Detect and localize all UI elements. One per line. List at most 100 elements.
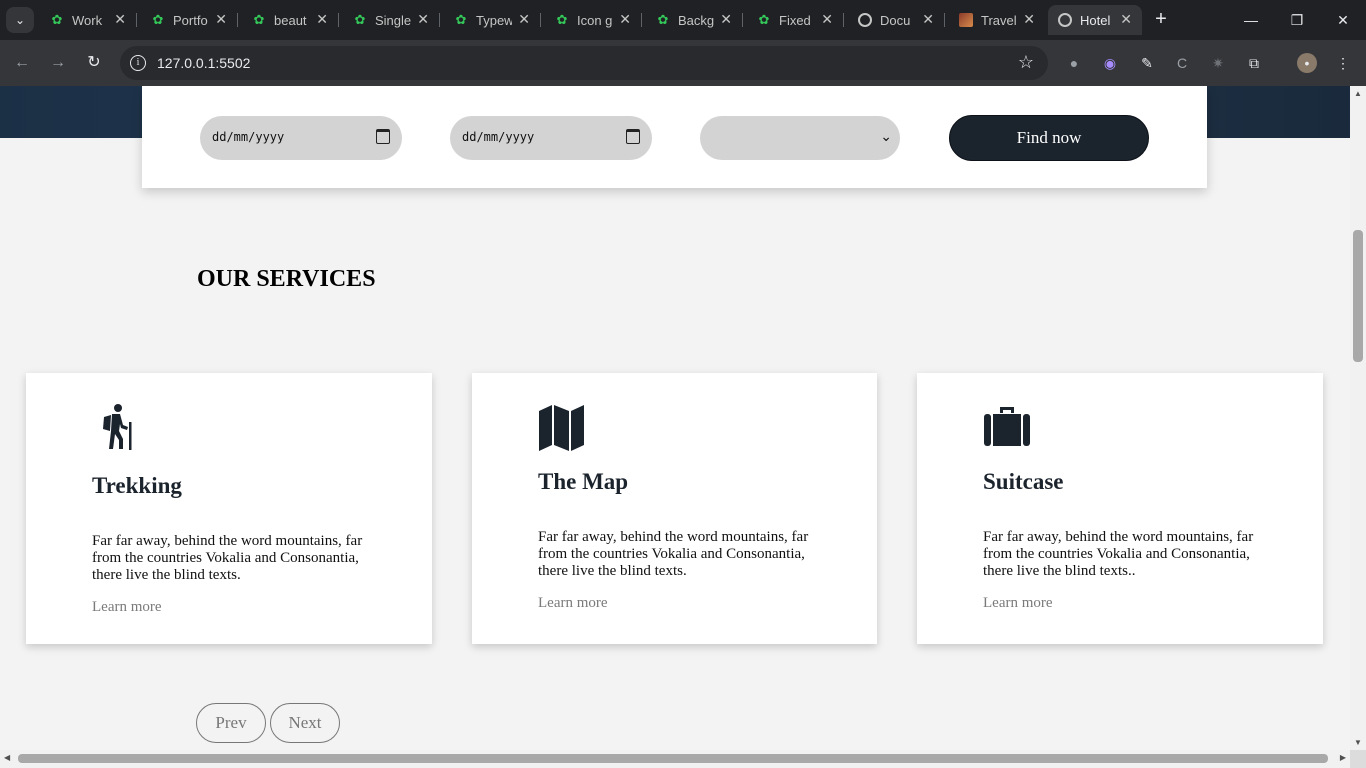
tab-travel[interactable]: Travel ✕	[949, 5, 1045, 35]
close-icon[interactable]: ✕	[720, 11, 732, 28]
tab-fixed[interactable]: ✿ Fixed ✕	[747, 5, 844, 35]
tab-title: Typew	[476, 12, 512, 28]
tab-title: Hotel	[1080, 12, 1111, 28]
vertical-scrollbar[interactable]: ▲ ▼	[1350, 86, 1366, 750]
reload-button[interactable]: ↻	[83, 52, 105, 74]
tab-typewriter[interactable]: ✿ Typew ✕	[444, 5, 541, 35]
scroll-down-icon[interactable]: ▼	[1350, 738, 1366, 747]
suitcase-icon	[984, 407, 1030, 446]
service-card-map: The Map Far far away, behind the word mo…	[472, 373, 877, 644]
calendar-icon[interactable]	[376, 129, 390, 144]
learn-more-link[interactable]: Learn more	[983, 595, 1053, 612]
extension-icon[interactable]: ●	[1064, 53, 1084, 73]
browser-toolbar: ← → ↻ i 127.0.0.1:5502 ☆ ● ◉ ✎ C ✷ ⧉ • ⋮	[0, 40, 1366, 86]
tab-title: Work	[72, 12, 103, 28]
close-icon[interactable]: ✕	[215, 11, 227, 28]
profile-avatar[interactable]: •	[1297, 53, 1317, 73]
extension-icon[interactable]: ✷	[1208, 53, 1228, 73]
url-text[interactable]: 127.0.0.1:5502	[157, 55, 250, 71]
new-tab-button[interactable]: +	[1150, 8, 1172, 30]
tab-title: Travel	[981, 12, 1017, 28]
tab-title: Backg	[678, 12, 714, 28]
clover-icon: ✿	[51, 12, 63, 27]
close-icon[interactable]: ✕	[518, 11, 530, 28]
close-window-button[interactable]: ✕	[1331, 8, 1355, 32]
learn-more-link[interactable]: Learn more	[92, 599, 162, 616]
check-in-placeholder: dd/mm/yyyy	[212, 130, 285, 144]
check-in-date-input[interactable]: dd/mm/yyyy	[200, 116, 402, 160]
site-info-icon[interactable]: i	[130, 55, 146, 71]
close-icon[interactable]: ✕	[922, 11, 934, 28]
tab-title: Fixed	[779, 12, 811, 28]
page-viewport: dd/mm/yyyy dd/mm/yyyy ⌄ Find now OUR SER…	[0, 86, 1350, 750]
close-icon[interactable]: ✕	[417, 11, 429, 28]
tab-separator	[540, 13, 541, 27]
check-out-date-input[interactable]: dd/mm/yyyy	[450, 116, 652, 160]
clover-icon: ✿	[657, 12, 669, 27]
prev-button[interactable]: Prev	[196, 703, 266, 743]
section-title: OUR SERVICES	[197, 266, 376, 292]
check-out-placeholder: dd/mm/yyyy	[462, 130, 535, 144]
tab-icon[interactable]: ✿ Icon g ✕	[545, 5, 642, 35]
tab-title: Single	[375, 12, 411, 28]
tab-separator	[742, 13, 743, 27]
tab-document[interactable]: Docu ✕	[848, 5, 945, 35]
service-card-trekking: Trekking Far far away, behind the word m…	[26, 373, 432, 644]
clover-icon: ✿	[455, 12, 467, 27]
menu-kebab-icon[interactable]: ⋮	[1333, 53, 1353, 73]
extensions-puzzle-icon[interactable]: ⧉	[1244, 53, 1264, 73]
extension-icon[interactable]: C	[1172, 53, 1192, 73]
tab-single[interactable]: ✿ Single ✕	[343, 5, 440, 35]
tab-strip: ⌄ ✿ Work ✕ ✿ Portfo ✕ ✿ beaut ✕ ✿ Single…	[0, 0, 1366, 40]
globe-icon	[858, 13, 872, 27]
chevron-down-icon: ⌄	[880, 128, 892, 144]
clover-icon: ✿	[758, 12, 770, 27]
tab-separator	[944, 13, 945, 27]
tab-title: Portfo	[173, 12, 208, 28]
scroll-up-icon[interactable]: ▲	[1350, 89, 1366, 98]
image-icon	[959, 13, 973, 27]
scroll-left-icon[interactable]: ◀	[4, 753, 10, 762]
tab-separator	[843, 13, 844, 27]
guests-select[interactable]: ⌄	[700, 116, 900, 160]
close-icon[interactable]: ✕	[821, 11, 833, 28]
tab-portfolio[interactable]: ✿ Portfo ✕	[141, 5, 238, 35]
clover-icon: ✿	[253, 12, 265, 27]
hiking-icon	[103, 404, 132, 450]
next-button[interactable]: Next	[270, 703, 340, 743]
tab-title: Docu	[880, 12, 911, 28]
close-icon[interactable]: ✕	[1023, 11, 1035, 28]
service-card-suitcase: Suitcase Far far away, behind the word m…	[917, 373, 1323, 644]
scroll-right-icon[interactable]: ▶	[1340, 753, 1346, 762]
tab-title: Icon g	[577, 12, 613, 28]
horizontal-scrollbar[interactable]: ◀ ▶	[0, 750, 1350, 768]
learn-more-link[interactable]: Learn more	[538, 595, 608, 612]
tab-separator	[439, 13, 440, 27]
vertical-scroll-thumb[interactable]	[1353, 230, 1363, 362]
tab-background[interactable]: ✿ Backg ✕	[646, 5, 743, 35]
eyedropper-extension-icon[interactable]: ✎	[1137, 53, 1157, 73]
close-icon[interactable]: ✕	[114, 11, 126, 28]
bookmark-star-icon[interactable]: ☆	[1018, 52, 1034, 73]
calendar-icon[interactable]	[626, 129, 640, 144]
minimize-button[interactable]: —	[1239, 8, 1263, 32]
card-text: Far far away, behind the word mountains,…	[92, 533, 363, 583]
restore-button[interactable]: ❐	[1285, 8, 1309, 32]
forward-button[interactable]: →	[47, 52, 69, 74]
scrollbar-corner	[1350, 750, 1366, 768]
back-button[interactable]: ←	[11, 52, 33, 74]
tab-search-button[interactable]: ⌄	[6, 7, 34, 33]
extension-icon[interactable]: ◉	[1100, 53, 1120, 73]
tab-separator	[338, 13, 339, 27]
horizontal-scroll-thumb[interactable]	[18, 754, 1328, 763]
card-title: Trekking	[92, 473, 182, 498]
find-now-button[interactable]: Find now	[949, 115, 1149, 161]
close-icon[interactable]: ✕	[1120, 11, 1132, 28]
close-icon[interactable]: ✕	[316, 11, 328, 28]
address-bar[interactable]: i 127.0.0.1:5502 ☆	[120, 46, 1048, 80]
close-icon[interactable]: ✕	[619, 11, 631, 28]
tab-separator	[136, 13, 137, 27]
tab-hotel[interactable]: Hotel ✕	[1048, 5, 1142, 35]
tab-beauty[interactable]: ✿ beaut ✕	[242, 5, 339, 35]
tab-work[interactable]: ✿ Work ✕	[40, 5, 137, 35]
